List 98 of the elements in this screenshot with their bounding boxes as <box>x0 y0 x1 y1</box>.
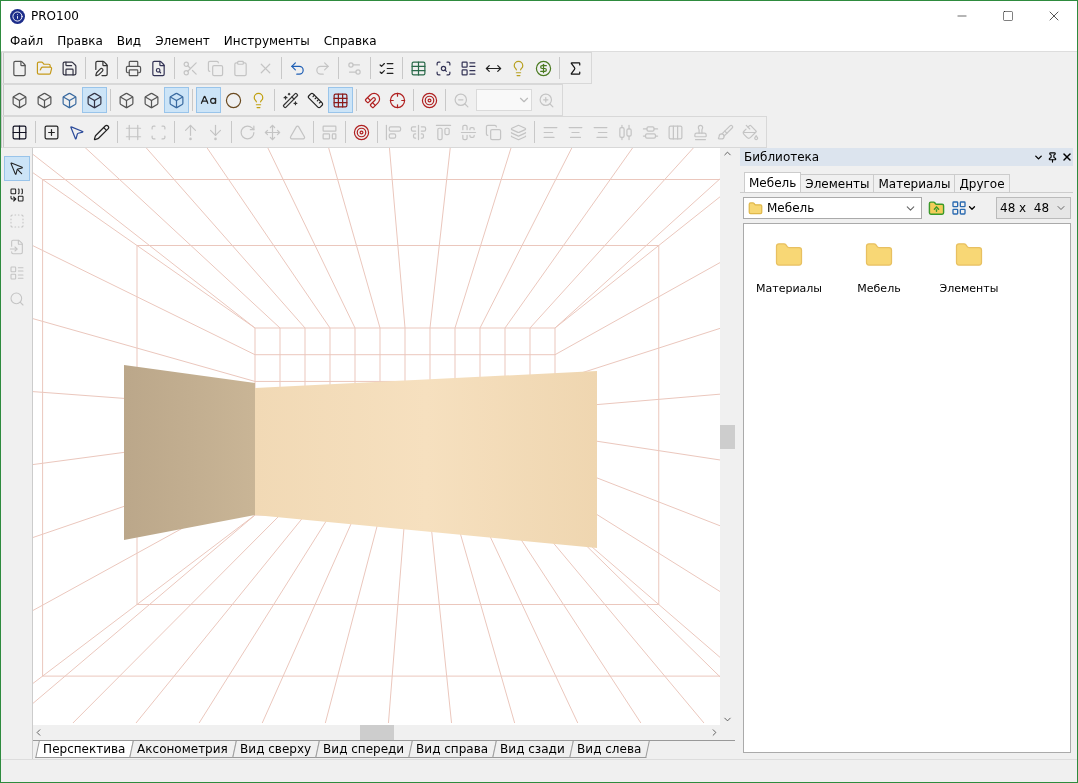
target-icon <box>353 123 370 141</box>
caret-icon <box>967 203 977 213</box>
pointer-icon <box>8 160 25 177</box>
document-icon <box>11 59 28 77</box>
pin-icon <box>1047 151 1058 163</box>
view-tab[interactable]: Аксонометрия <box>129 741 237 758</box>
toolbar-button[interactable] <box>196 87 221 113</box>
rotate-icon <box>239 123 256 141</box>
settings-icon <box>346 59 363 77</box>
zoom-in-icon <box>538 91 555 109</box>
toolbar-button[interactable] <box>328 87 353 113</box>
distribute-icon <box>642 123 659 141</box>
align-center-icon <box>460 123 477 141</box>
scissors-icon <box>182 59 199 77</box>
library-tab[interactable]: Материалы <box>873 174 956 192</box>
solid-box-icon <box>168 91 185 109</box>
undo-icon <box>289 59 306 77</box>
floppy-icon <box>61 59 78 77</box>
folder-select[interactable]: Мебель <box>743 197 922 219</box>
library-tab[interactable]: Другое <box>954 174 1010 192</box>
app-icon <box>10 8 25 24</box>
solid-box-icon <box>61 91 78 109</box>
folder-icon <box>36 59 53 77</box>
close-button[interactable] <box>1061 151 1073 163</box>
menu-item[interactable]: Инструменты <box>216 31 317 51</box>
arrow-up-icon <box>182 123 199 141</box>
stamp-icon <box>692 123 709 141</box>
pin-button[interactable] <box>1047 151 1058 163</box>
box-icon <box>118 91 135 109</box>
folder-item[interactable]: Материалы <box>744 240 834 295</box>
distribute-icon <box>617 123 634 141</box>
crosshair-icon <box>389 91 406 109</box>
scan-icon <box>150 123 167 141</box>
menu-item[interactable]: Файл <box>3 31 51 51</box>
arrow-down-icon <box>207 123 224 141</box>
toolbar-button[interactable] <box>82 87 107 113</box>
maximize-icon <box>1002 10 1014 22</box>
square-icon <box>8 212 25 229</box>
view-tab[interactable]: Вид спереди <box>315 741 413 758</box>
folder-item[interactable]: Мебель <box>834 240 924 295</box>
view-tab[interactable]: Вид сверху <box>232 741 320 758</box>
folder-up-icon <box>928 199 945 217</box>
target-icon <box>421 91 438 109</box>
scroll-thumb[interactable] <box>720 424 735 449</box>
folder-up-button[interactable] <box>928 199 945 217</box>
document-magnifier-icon <box>150 59 167 77</box>
coin-icon <box>535 59 552 77</box>
align-top-icon <box>435 123 452 141</box>
horizontal-scrollbar[interactable] <box>33 725 720 740</box>
close-icon <box>1061 151 1073 163</box>
menu-item[interactable]: Справка <box>316 31 384 51</box>
printer-icon <box>125 59 142 77</box>
clipboard-icon <box>232 59 249 77</box>
grid-icon <box>951 200 967 216</box>
frame-icon <box>125 123 142 141</box>
view-tab[interactable]: Вид слева <box>568 741 650 758</box>
menu-item[interactable]: Вид <box>109 31 149 51</box>
menu-item[interactable]: Правка <box>50 31 110 51</box>
wireframe-box-icon <box>11 91 28 109</box>
folder-item[interactable]: Элементы <box>924 240 1014 295</box>
view-mode-button[interactable] <box>951 200 977 216</box>
columns-icon <box>667 123 684 141</box>
view-tab[interactable]: Перспектива <box>35 741 135 758</box>
wand-icon <box>282 91 299 109</box>
move-icon <box>264 123 281 141</box>
grid-icon <box>332 91 349 109</box>
align-left-icon <box>385 123 402 141</box>
tool-button[interactable] <box>3 156 30 181</box>
view-tab[interactable]: Вид сзади <box>492 741 574 758</box>
search-icon <box>8 290 25 307</box>
brush-icon <box>717 123 734 141</box>
menu-item[interactable]: Элемент <box>148 31 217 51</box>
folder-icon <box>748 200 763 216</box>
magnet-icon <box>364 91 381 109</box>
zoom-out-icon <box>453 91 470 109</box>
library-tab[interactable]: Мебель <box>744 172 802 192</box>
box-icon <box>143 91 160 109</box>
table-icon <box>410 59 427 77</box>
scroll-thumb[interactable] <box>359 725 394 740</box>
list-icon <box>8 264 25 281</box>
copy-icon <box>207 59 224 77</box>
window-list-icon <box>460 59 477 77</box>
copy-icon <box>485 123 502 141</box>
plus-icon <box>43 123 60 141</box>
align-middle-icon <box>410 123 427 141</box>
icon-size-select[interactable]: 48 x 48 <box>996 197 1071 219</box>
redo-icon <box>314 59 331 77</box>
layers-icon <box>510 123 527 141</box>
box-icon <box>36 91 53 109</box>
dark-box-icon <box>86 91 103 109</box>
pointer-icon <box>68 123 85 141</box>
dimension-icon <box>307 91 324 109</box>
panel-title: Библиотека <box>744 150 821 164</box>
window-title: PRO100 <box>31 9 80 23</box>
document-pen-icon <box>93 59 110 77</box>
pencil-icon <box>93 123 110 141</box>
bucket-icon <box>742 123 759 141</box>
view-tab[interactable]: Вид справа <box>408 741 497 758</box>
